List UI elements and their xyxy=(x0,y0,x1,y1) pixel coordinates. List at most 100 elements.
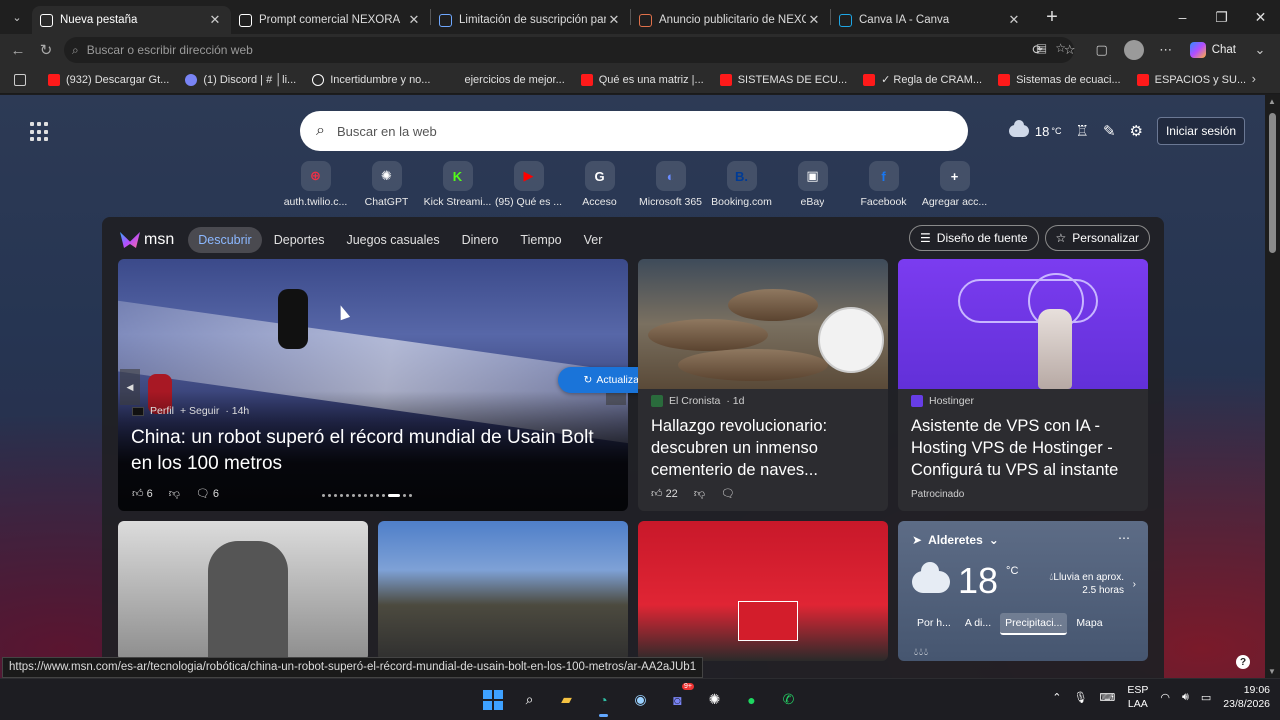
follow-button[interactable]: + Seguir xyxy=(180,405,219,417)
browser-tab[interactable]: Limitación de suscripción para vid✕ xyxy=(431,6,630,34)
whatsapp-icon[interactable]: ✆ xyxy=(774,685,803,714)
dislike-button[interactable]: 👎︎ xyxy=(694,487,705,500)
steam-icon[interactable]: ◉ xyxy=(626,685,655,714)
favorite-link[interactable]: SISTEMAS DE ECU... xyxy=(714,69,853,91)
close-icon[interactable]: ✕ xyxy=(207,12,223,28)
msn-logo[interactable]: msn xyxy=(120,231,174,249)
like-button[interactable]: 👍︎ 22 xyxy=(651,487,678,500)
quick-link-twilio[interactable]: ⊕ auth.twilio.c... xyxy=(280,161,351,208)
web-search-box[interactable]: ⌕ Buscar en la web xyxy=(300,111,968,151)
browser-tab[interactable]: Prompt comercial NEXORA ✕ xyxy=(231,6,430,34)
extensions-icon[interactable]: ⟳ xyxy=(1024,36,1052,64)
hero-news-card[interactable]: ◀ ▶ Perfil + Seguir · 14h China: un robo… xyxy=(118,259,628,511)
quick-link-google[interactable]: G Acceso xyxy=(564,161,635,208)
weather-location-row[interactable]: ➤ Alderetes ⌄ xyxy=(912,533,999,547)
quick-link-kick[interactable]: K Kick Streami... xyxy=(422,161,493,208)
carousel-prev-button[interactable]: ◀ xyxy=(120,369,140,405)
quick-link-chatgpt[interactable]: ✺ ChatGPT xyxy=(351,161,422,208)
favorite-link[interactable]: ESPACIOS y SU... xyxy=(1131,69,1253,91)
quick-link-youtube[interactable]: ▶ (95) Qué es ... xyxy=(493,161,564,208)
quick-link-plus[interactable]: + Agregar acc... xyxy=(919,161,990,208)
favorites-bar-icon[interactable] xyxy=(8,69,38,91)
card-title[interactable]: Hallazgo revolucionario: descubren un in… xyxy=(651,415,877,481)
gear-icon[interactable]: ⚙ xyxy=(1130,122,1143,140)
pencil-icon[interactable]: ✎ xyxy=(1103,122,1116,140)
scroll-down-icon[interactable]: ▼ xyxy=(1268,667,1276,676)
close-icon[interactable]: ✕ xyxy=(1006,12,1022,28)
language-indicator[interactable]: ESP LAA xyxy=(1127,683,1148,711)
start-button[interactable] xyxy=(478,685,507,714)
feed-tab[interactable]: Deportes xyxy=(264,227,335,253)
more-options-icon[interactable]: ⋯ xyxy=(1152,36,1180,64)
weather-tab[interactable]: Mapa xyxy=(1071,613,1107,635)
weather-tab[interactable]: Por h... xyxy=(912,613,956,635)
close-icon[interactable]: ✕ xyxy=(606,12,622,28)
favorite-link[interactable]: ✓ Regla de CRAM... xyxy=(857,69,988,91)
card-source[interactable]: El Cronista xyxy=(669,395,720,407)
chevron-right-icon[interactable]: › xyxy=(1133,579,1136,590)
close-icon[interactable]: ✕ xyxy=(406,12,422,28)
chevron-up-icon[interactable]: ⌃ xyxy=(1052,691,1061,704)
news-card[interactable] xyxy=(638,521,888,661)
news-card[interactable]: El Cronista · 1d Hallazgo revolucionario:… xyxy=(638,259,888,511)
favorite-link[interactable]: Qué es una matriz |... xyxy=(575,69,710,91)
refresh-button[interactable]: ↻ xyxy=(32,36,60,64)
comment-button[interactable]: 🗨︎ 6 xyxy=(196,487,219,500)
profile-button[interactable] xyxy=(1120,36,1148,64)
weather-card[interactable]: ➤ Alderetes ⌄ ⋯ 18 °C 💧︎Lluvia en aprox.… xyxy=(898,521,1148,661)
browser-tab[interactable]: Anuncio publicitario de NEXORA s✕ xyxy=(631,6,830,34)
app-launcher-icon[interactable] xyxy=(30,122,50,142)
chevron-down-icon[interactable]: ⌄ xyxy=(1246,36,1274,64)
favorite-link[interactable]: Sistemas de ecuaci... xyxy=(992,69,1127,91)
quick-link-m365[interactable]: ◐ Microsoft 365 xyxy=(635,161,706,208)
weather-tab[interactable]: Precipitaci... xyxy=(1000,613,1068,635)
feed-tab[interactable]: Descubrir xyxy=(188,227,262,253)
hero-source[interactable]: Perfil xyxy=(150,405,174,417)
feed-tab[interactable]: Juegos casuales xyxy=(336,227,449,253)
weather-tab[interactable]: A di... xyxy=(960,613,996,635)
card-title[interactable]: Asistente de VPS con IA - Hosting VPS de… xyxy=(911,415,1137,481)
personalize-button[interactable]: ☆ Personalizar xyxy=(1044,225,1150,251)
scroll-up-icon[interactable]: ▲ xyxy=(1268,97,1276,106)
hero-title[interactable]: China: un robot superó el récord mundial… xyxy=(131,425,616,477)
news-card[interactable] xyxy=(118,521,368,661)
sponsored-card[interactable]: Hostinger Asistente de VPS con IA - Host… xyxy=(898,259,1148,511)
battery-icon[interactable]: ▭ xyxy=(1201,691,1211,704)
minimize-button[interactable]: – xyxy=(1163,0,1202,34)
comment-button[interactable]: 🗨︎ xyxy=(721,487,735,500)
collections-icon[interactable]: ▢ xyxy=(1088,36,1116,64)
feed-tab[interactable]: Ver xyxy=(574,227,613,253)
favorite-link[interactable]: (1) Discord | # │li... xyxy=(179,69,302,91)
new-tab-button[interactable]: + xyxy=(1038,3,1066,31)
favorites-icon[interactable]: ☆ xyxy=(1056,36,1084,64)
signin-button[interactable]: Iniciar sesión xyxy=(1156,117,1245,145)
quick-link-facebook[interactable]: f Facebook xyxy=(848,161,919,208)
browser-tab[interactable]: Nueva pestaña ✕ xyxy=(32,6,231,34)
back-button[interactable]: ← xyxy=(4,36,32,64)
search-icon[interactable]: ⌕ xyxy=(515,685,544,714)
wifi-icon[interactable]: ◠ xyxy=(1160,691,1170,704)
copilot-chat-button[interactable]: Chat xyxy=(1184,42,1242,58)
edge-icon[interactable]: ◔ xyxy=(589,685,618,717)
favorite-link[interactable]: (932) Descargar Gt... xyxy=(42,69,175,91)
close-icon[interactable]: ✕ xyxy=(806,12,822,28)
chevron-right-icon[interactable]: › xyxy=(1252,71,1256,86)
chatgpt-icon[interactable]: ✺ xyxy=(700,685,729,714)
discord-icon[interactable]: ◙ 9+ xyxy=(663,683,694,714)
browser-tab[interactable]: Canva IA - Canva ✕ xyxy=(831,6,1030,34)
close-window-button[interactable]: ✕ xyxy=(1241,0,1280,34)
dislike-button[interactable]: 👎︎ xyxy=(169,487,180,500)
keyboard-icon[interactable]: ⌨ xyxy=(1099,691,1115,704)
more-options-icon[interactable]: ⋯ xyxy=(1118,531,1130,545)
microphone-icon[interactable]: 🎙︎ xyxy=(1073,691,1087,704)
rewards-icon[interactable]: ♖ xyxy=(1075,122,1088,140)
scroll-thumb[interactable] xyxy=(1269,113,1276,253)
page-scrollbar[interactable]: ▲ ▼ xyxy=(1265,95,1280,678)
file-explorer-icon[interactable]: ▰ xyxy=(552,685,581,714)
maximize-button[interactable]: ❐ xyxy=(1202,0,1241,34)
favorite-link[interactable]: ejercicios de mejor... xyxy=(440,69,570,91)
feed-tab[interactable]: Tiempo xyxy=(510,227,571,253)
card-source[interactable]: Hostinger xyxy=(929,395,974,407)
favorite-link[interactable]: Incertidumbre y no... xyxy=(306,69,436,91)
feed-tab[interactable]: Dinero xyxy=(452,227,509,253)
